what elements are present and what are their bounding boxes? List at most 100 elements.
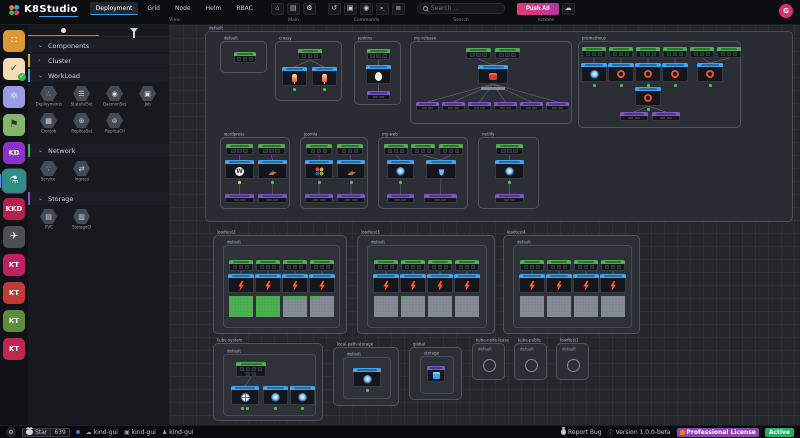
- replicaset-node[interactable]: [228, 274, 254, 293]
- yaml-button[interactable]: ≣: [391, 2, 405, 15]
- namespace-group-loadtest3[interactable]: loadtest3 default: [357, 230, 495, 334]
- namespace-group-kube-system[interactable]: kube-system default: [213, 338, 323, 421]
- replicaset-node[interactable]: [255, 274, 281, 293]
- replicaset-node[interactable]: [573, 274, 599, 293]
- component-storagecl[interactable]: ▥ StorageCl: [65, 209, 98, 232]
- namespace-group-kube-public[interactable]: kube-public default: [514, 338, 547, 380]
- deployment-node[interactable]: [690, 47, 714, 58]
- dock-context-kt3[interactable]: KT: [3, 310, 25, 332]
- namespace-group-my-release[interactable]: my-release: [410, 36, 572, 124]
- storage-node[interactable]: [427, 366, 445, 382]
- settings-button[interactable]: ⚙: [302, 2, 316, 15]
- deployment-node[interactable]: [495, 48, 520, 59]
- replicaset-node[interactable]: [290, 386, 315, 410]
- replicaset-node[interactable]: [546, 274, 572, 293]
- replicaset-node[interactable]: [282, 67, 307, 91]
- record-button[interactable]: ◉: [359, 2, 373, 15]
- deployment-node[interactable]: [236, 362, 266, 377]
- service-node[interactable]: [494, 102, 517, 111]
- deployment-node[interactable]: [574, 260, 598, 271]
- replicaset-node[interactable]: [697, 63, 723, 87]
- replicaset-node[interactable]: [427, 274, 453, 293]
- replicaset-node[interactable]: [581, 63, 607, 87]
- namespace-group-loadtest2[interactable]: loadtest2 default: [213, 230, 347, 334]
- sidebar-tab-filter[interactable]: [99, 25, 170, 38]
- dock-context-kt4[interactable]: KT: [3, 338, 25, 360]
- namespace-group-joomla[interactable]: joomla: [300, 132, 368, 209]
- namespace-group-loadtest1[interactable]: loadtest1 default: [556, 338, 589, 380]
- replicaset-node[interactable]: [662, 63, 688, 87]
- replicaset-node[interactable]: [387, 160, 414, 184]
- deployment-node[interactable]: [298, 49, 322, 60]
- deployment-node[interactable]: [520, 260, 544, 271]
- search-input[interactable]: Search ...: [416, 3, 505, 14]
- replicaset-node[interactable]: [478, 65, 508, 84]
- replicaset-node[interactable]: [309, 274, 335, 293]
- namespace-group-wordpress[interactable]: wordpress W: [220, 132, 290, 209]
- component-pvc[interactable]: ▤ PVC: [32, 209, 65, 232]
- settings-fab[interactable]: ⚙: [6, 427, 16, 437]
- deployment-node[interactable]: [226, 144, 253, 155]
- tree-section-cluster[interactable]: › Cluster: [28, 54, 169, 67]
- dock-context-check[interactable]: ✓ ✓: [3, 58, 26, 81]
- replicaset-node[interactable]: [373, 274, 399, 293]
- deployment-node[interactable]: [601, 260, 625, 271]
- deployment-node[interactable]: [428, 260, 452, 271]
- service-node[interactable]: [546, 102, 569, 111]
- component-replicactl[interactable]: ⊚ ReplicaCtl: [98, 113, 131, 136]
- dock-context-orange[interactable]: ∷: [3, 30, 25, 52]
- component-daemonset[interactable]: ◉ DaemonSet: [98, 86, 131, 109]
- namespace-group-crossy[interactable]: crossy: [275, 36, 342, 101]
- service-node[interactable]: [495, 194, 524, 203]
- deployment-node[interactable]: [337, 144, 363, 155]
- statusbar-context-0[interactable]: ☁ kind-gui: [86, 429, 118, 436]
- tab-rbac[interactable]: RBAC: [230, 3, 258, 15]
- replicaset-node[interactable]: [353, 368, 381, 392]
- dock-context-kt1[interactable]: KT: [3, 254, 25, 276]
- sidebar-tab-components[interactable]: [28, 25, 99, 36]
- statusbar-context-2[interactable]: ♟ kind-gui: [162, 429, 194, 436]
- replicaset-node[interactable]: [426, 160, 456, 179]
- namespace-group-loadtest4[interactable]: loadtest4 default: [503, 230, 640, 334]
- service-node[interactable]: [305, 194, 333, 203]
- dock-context-kt2[interactable]: KT: [3, 282, 25, 304]
- component-statefulset[interactable]: ☰ StatefulSet: [65, 86, 98, 109]
- namespace-group-my-web[interactable]: my-web: [378, 132, 468, 209]
- service-node[interactable]: [442, 102, 465, 111]
- deployment-node[interactable]: [582, 47, 606, 58]
- push-all-button[interactable]: Push All: [516, 2, 559, 15]
- component-job[interactable]: ▣ Job: [131, 86, 164, 109]
- deployment-node[interactable]: [496, 144, 523, 155]
- replicaset-node[interactable]: W: [225, 160, 254, 184]
- dock-context-lab[interactable]: ⚗: [0, 170, 25, 192]
- deployment-node[interactable]: [367, 49, 390, 60]
- replicaset-node[interactable]: [600, 274, 626, 293]
- user-avatar[interactable]: G: [779, 4, 793, 18]
- report-bug-button[interactable]: Report Bug: [561, 427, 602, 436]
- service-node[interactable]: [367, 91, 390, 100]
- replicaset-node[interactable]: [231, 386, 259, 410]
- replicaset-node[interactable]: [366, 65, 391, 84]
- service-node[interactable]: [652, 112, 680, 121]
- tab-deployment[interactable]: Deployment: [89, 2, 139, 15]
- replicaset-node[interactable]: [608, 63, 634, 87]
- component-cronjob[interactable]: ▦ CronJob: [32, 113, 65, 136]
- replicaset-node[interactable]: [337, 160, 365, 184]
- dock-context-kkd[interactable]: KKD: [3, 198, 25, 220]
- deployment-node[interactable]: [663, 47, 687, 58]
- namespace-group-kube-node-lease[interactable]: kube-node-lease default: [472, 338, 509, 380]
- dock-context-map[interactable]: ⚑: [3, 114, 25, 136]
- deployment-node[interactable]: [547, 260, 571, 271]
- namespace-group-netlify[interactable]: netlify: [478, 132, 539, 209]
- deployment-node[interactable]: [256, 260, 280, 271]
- namespace-group-prometheus[interactable]: prometheus: [578, 36, 741, 128]
- service-node[interactable]: [416, 102, 439, 111]
- deployment-node[interactable]: [306, 144, 332, 155]
- canvas[interactable]: default default crossy jenkins my-release pro…: [170, 25, 800, 425]
- dock-context-rocket[interactable]: ✈: [3, 226, 25, 248]
- replicaset-node[interactable]: [282, 274, 308, 293]
- home-button[interactable]: ⌂: [270, 2, 284, 15]
- deployment-node[interactable]: [636, 47, 660, 58]
- service-node[interactable]: [620, 112, 648, 121]
- cloud-sync-button[interactable]: ☁: [561, 2, 575, 15]
